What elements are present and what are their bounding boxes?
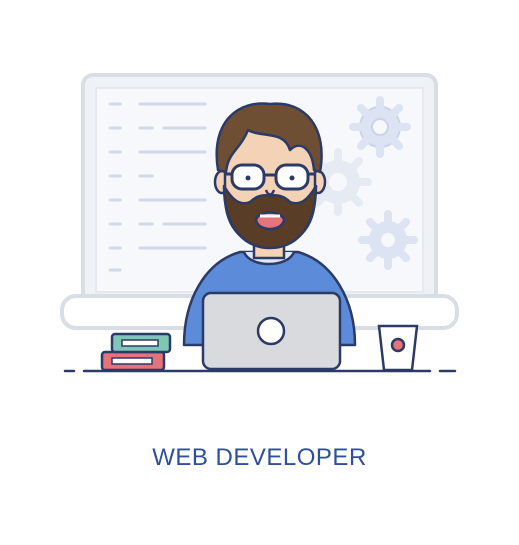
web-developer-illustration	[60, 73, 459, 373]
page-title: WEB DEVELOPER	[152, 444, 367, 471]
gear-icon	[358, 210, 418, 270]
laptop-icon	[201, 291, 342, 371]
cup-icon	[377, 324, 419, 372]
books-icon	[100, 332, 172, 372]
gear-icon	[349, 96, 411, 158]
